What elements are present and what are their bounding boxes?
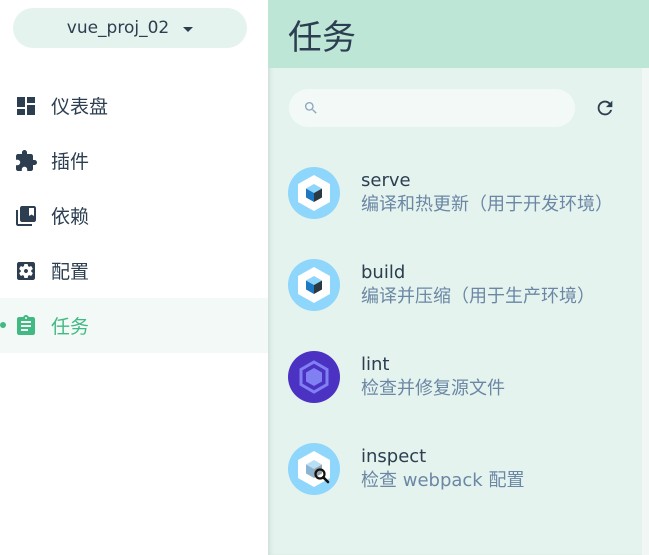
task-name: build xyxy=(361,262,406,283)
search-box[interactable] xyxy=(289,89,575,127)
search-input[interactable] xyxy=(329,95,565,121)
task-name: inspect xyxy=(361,446,427,467)
task-item-build[interactable]: build 编译并压缩（用于生产环境） xyxy=(268,239,640,331)
task-item-lint[interactable]: lint 检查并修复源文件 xyxy=(268,331,640,423)
task-description: 编译和热更新（用于开发环境） xyxy=(361,194,613,215)
sidebar-nav: 仪表盘 插件 依赖 配置 任务 xyxy=(0,78,268,353)
sidebar-item-tasks[interactable]: 任务 xyxy=(0,298,268,353)
settings-icon xyxy=(13,258,39,284)
library-icon xyxy=(13,203,39,229)
dashboard-icon xyxy=(13,93,39,119)
sidebar-item-plugins[interactable]: 插件 xyxy=(0,133,268,188)
sidebar-item-configuration[interactable]: 配置 xyxy=(0,243,268,298)
sidebar-item-label: 配置 xyxy=(51,261,90,283)
webpack-icon xyxy=(288,167,340,219)
sidebar-item-dependencies[interactable]: 依赖 xyxy=(0,188,268,243)
refresh-icon[interactable] xyxy=(594,97,616,119)
search-row xyxy=(289,89,639,127)
eslint-icon xyxy=(288,351,340,403)
clipboard-icon xyxy=(13,313,39,339)
task-list: serve 编译和热更新（用于开发环境） build 编译并压缩（用于生产环境） xyxy=(268,147,640,515)
task-description: 检查并修复源文件 xyxy=(361,378,505,399)
project-selector[interactable]: vue_proj_02 xyxy=(13,8,247,48)
main-panel: 任务 serve 编译和热更新（用于开发环境） build 编译并压缩（用于生产… xyxy=(268,0,649,555)
task-name: serve xyxy=(361,170,411,191)
webpack-icon xyxy=(288,259,340,311)
page-header: 任务 xyxy=(268,0,649,68)
task-description: 编译并压缩（用于生产环境） xyxy=(361,286,595,307)
project-name: vue_proj_02 xyxy=(66,18,170,38)
sidebar-item-dashboard[interactable]: 仪表盘 xyxy=(0,78,268,133)
task-name: lint xyxy=(361,354,390,375)
page-title: 任务 xyxy=(288,17,356,58)
scrollbar[interactable] xyxy=(642,68,649,555)
puzzle-icon xyxy=(13,148,39,174)
caret-down-icon xyxy=(183,26,194,32)
sidebar-item-label: 仪表盘 xyxy=(51,96,109,118)
webpack-inspect-icon xyxy=(288,443,340,495)
task-item-inspect[interactable]: inspect 检查 webpack 配置 xyxy=(268,423,640,515)
sidebar-item-label: 插件 xyxy=(51,151,90,173)
search-icon xyxy=(303,100,319,116)
sidebar-item-label: 依赖 xyxy=(51,206,90,228)
sidebar: vue_proj_02 仪表盘 插件 依赖 配置 任务 xyxy=(0,0,268,555)
task-item-serve[interactable]: serve 编译和热更新（用于开发环境） xyxy=(268,147,640,239)
task-description: 检查 webpack 配置 xyxy=(361,470,525,491)
sidebar-item-label: 任务 xyxy=(51,316,90,338)
